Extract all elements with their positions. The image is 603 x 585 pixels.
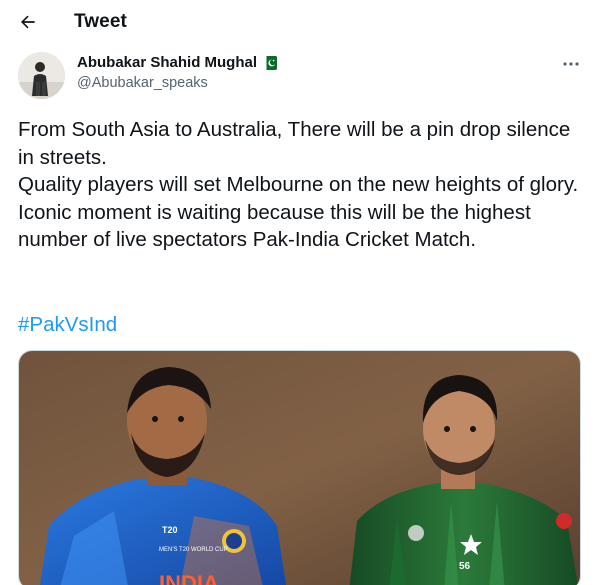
- avatar[interactable]: [18, 52, 65, 99]
- svg-text:MEN'S T20 WORLD CUP: MEN'S T20 WORLD CUP: [159, 547, 228, 553]
- back-arrow-icon: [21, 15, 35, 29]
- back-button[interactable]: [14, 8, 42, 36]
- tweet-header: Tweet: [0, 0, 603, 44]
- avatar-image: [18, 52, 65, 99]
- tweet-text: From South Asia to Australia, There will…: [18, 118, 579, 252]
- pakistan-flag-icon: [263, 55, 278, 70]
- author-row: Abubakar Shahid Mughal @Abubakar_speaks: [18, 52, 588, 102]
- more-options-icon: [563, 62, 579, 66]
- page-title: Tweet: [74, 11, 127, 32]
- author-handle[interactable]: @Abubakar_speaks: [77, 75, 208, 91]
- hashtag-link[interactable]: #PakVsInd: [18, 311, 117, 339]
- svg-text:T20: T20: [162, 525, 178, 535]
- name-line: Abubakar Shahid Mughal: [77, 54, 278, 71]
- display-name[interactable]: Abubakar Shahid Mughal: [77, 54, 257, 71]
- media-photo: T20 MEN'S T20 WORLD CUP INDIA 56: [19, 351, 580, 585]
- tweet-media-photo[interactable]: T20 MEN'S T20 WORLD CUP INDIA 56: [18, 350, 581, 585]
- more-options-button[interactable]: [558, 54, 584, 74]
- svg-text:56: 56: [459, 561, 471, 572]
- svg-text:INDIA: INDIA: [159, 571, 219, 585]
